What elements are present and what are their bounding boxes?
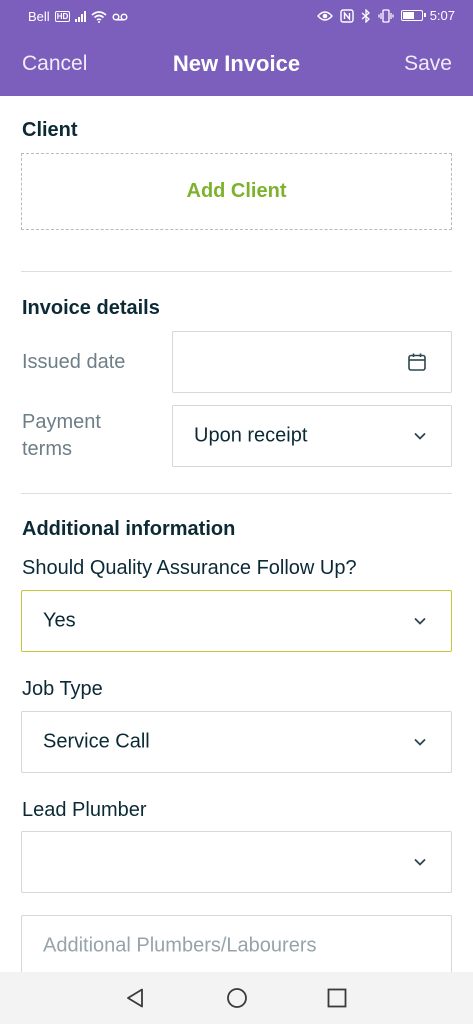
- recents-icon[interactable]: [325, 986, 349, 1010]
- job-type-select[interactable]: Service Call: [21, 711, 452, 773]
- additional-plumbers-input[interactable]: Additional Plumbers/Labourers: [21, 915, 452, 977]
- client-section-title: Client: [22, 119, 78, 141]
- voicemail-icon: [112, 12, 128, 21]
- chevron-down-icon: [414, 738, 426, 746]
- battery-icon: [400, 10, 426, 21]
- status-right: 5:07: [316, 8, 455, 23]
- page-title: New Invoice: [172, 51, 301, 76]
- lead-plumber-select[interactable]: [21, 831, 452, 893]
- calendar-icon: [408, 353, 426, 371]
- vibrate-icon: [378, 8, 394, 23]
- bluetooth-icon: [361, 8, 370, 23]
- qa-follow-up-select[interactable]: Yes: [21, 590, 452, 652]
- hd-badge: HD: [54, 11, 71, 22]
- lead-plumber-label: Lead Plumber: [22, 799, 147, 821]
- carrier-name: Bell: [28, 9, 50, 24]
- save-button[interactable]: Save: [404, 52, 452, 76]
- app-header: Cancel New Invoice Save: [0, 33, 473, 96]
- additional-plumbers-placeholder: Additional Plumbers/Labourers: [43, 934, 317, 957]
- signal-icon: [75, 11, 87, 22]
- chevron-down-icon: [414, 432, 426, 440]
- wifi-icon: [91, 10, 107, 23]
- battery-level: [402, 12, 414, 19]
- status-bar: Bell HD 5:07: [0, 0, 473, 33]
- payment-terms-label-line1: Payment: [22, 411, 101, 433]
- job-type-label: Job Type: [22, 678, 103, 700]
- chevron-down-icon: [414, 858, 426, 866]
- issued-date-label: Issued date: [22, 351, 126, 373]
- divider: [21, 493, 452, 494]
- payment-terms-select[interactable]: Upon receipt: [172, 405, 452, 467]
- status-time: 5:07: [429, 8, 455, 23]
- back-icon[interactable]: [123, 986, 147, 1010]
- qa-follow-up-label: Should Quality Assurance Follow Up?: [22, 557, 357, 579]
- add-client-label: Add Client: [186, 180, 287, 202]
- payment-terms-label: Payment terms: [22, 409, 101, 463]
- nfc-icon: [339, 8, 354, 23]
- invoice-details-title: Invoice details: [22, 297, 160, 319]
- qa-follow-up-value: Yes: [43, 609, 76, 632]
- job-type-value: Service Call: [43, 730, 150, 753]
- issued-date-field[interactable]: [172, 331, 452, 393]
- chevron-down-icon: [414, 617, 426, 625]
- add-client-button[interactable]: Add Client: [21, 153, 452, 230]
- home-icon[interactable]: [225, 986, 249, 1010]
- divider: [21, 271, 452, 272]
- eye-icon: [316, 10, 333, 21]
- payment-terms-label-line2: terms: [22, 438, 72, 460]
- payment-terms-value: Upon receipt: [194, 424, 308, 447]
- additional-information-title: Additional information: [22, 518, 236, 540]
- status-left: Bell HD: [28, 9, 128, 24]
- system-nav-bar: [0, 972, 473, 1024]
